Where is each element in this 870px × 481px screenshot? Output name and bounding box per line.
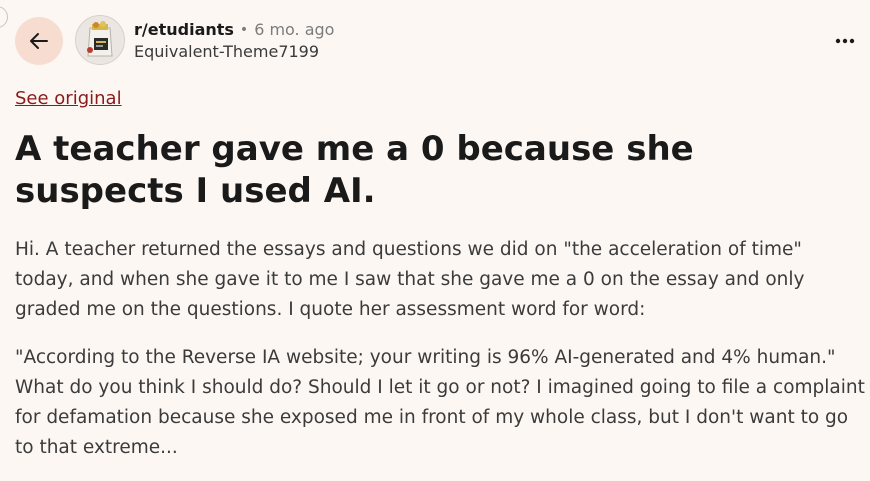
post-paragraph: Hi. A teacher returned the essays and qu… (15, 239, 805, 320)
arrow-left-icon (30, 33, 48, 49)
see-original-link[interactable]: See original (15, 88, 122, 109)
post-time: 6 mo. ago (254, 20, 335, 39)
ellipsis-icon (835, 38, 855, 44)
post-paragraph: "According to the Reverse IA website; yo… (15, 347, 865, 458)
avatar-image (76, 16, 124, 64)
meta-separator: • (239, 22, 249, 38)
subreddit-link[interactable]: r/etudiants (134, 19, 234, 41)
post-meta: r/etudiants • 6 mo. ago Equivalent-Theme… (134, 19, 334, 63)
more-options-button[interactable] (832, 28, 858, 54)
author-link[interactable]: Equivalent-Theme7199 (134, 41, 319, 63)
subreddit-avatar[interactable] (75, 15, 125, 65)
back-button[interactable] (15, 17, 63, 65)
partial-circle-edge (0, 6, 8, 28)
post-title: A teacher gave me a 0 because she suspec… (15, 129, 694, 211)
post-body: Hi. A teacher returned the essays and qu… (15, 235, 865, 481)
